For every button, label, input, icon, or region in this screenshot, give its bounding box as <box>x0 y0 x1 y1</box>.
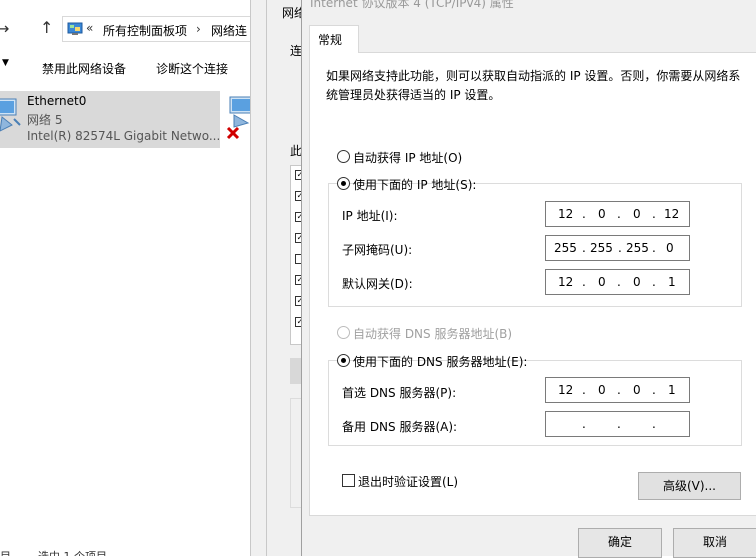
diagnose-connection-button[interactable]: 诊断这个连接 <box>156 60 228 77</box>
breadcrumb-network-connections[interactable]: 网络连 <box>211 22 247 39</box>
breadcrumb-control-panel[interactable]: 所有控制面板项 <box>103 22 187 39</box>
manual-ip-label: 使用下面的 IP 地址(S): <box>353 178 477 192</box>
up-arrow-icon[interactable]: ↑ <box>40 18 53 37</box>
validate-on-exit-checkbox[interactable] <box>342 474 355 487</box>
dialog-title: Internet 协议版本 4 (TCP/IPv4) 属性 <box>310 0 514 10</box>
network-connections-window: → ↑ « 所有控制面板项 › 网络连 ▼ 禁用此网络设备 诊断这个连接 Eth… <box>0 0 262 556</box>
control-panel-icon <box>67 22 83 35</box>
mask-octet-2: 255 <box>590 241 613 255</box>
ip-address-label: IP 地址(I): <box>342 209 398 223</box>
status-bar: 目 选中 1 个项目 <box>0 546 260 556</box>
ip-octet-2: 0 <box>598 207 606 221</box>
mask-octet-4: 0 <box>666 241 674 255</box>
breadcrumb-separator[interactable]: › <box>196 22 201 36</box>
adapter-network: 网络 5 <box>27 113 63 127</box>
gateway-octet-2: 0 <box>598 275 606 289</box>
gateway-octet-1: 12 <box>558 275 574 289</box>
disable-device-button[interactable]: 禁用此网络设备 <box>42 60 126 77</box>
forward-arrow-icon[interactable]: → <box>0 19 9 38</box>
tab-general-label: 常规 <box>318 33 343 47</box>
status-selected-count: 选中 1 个项目 <box>38 548 107 556</box>
general-tab-panel: 如果网络支持此功能，则可以获取自动指派的 IP 设置。否则，你需要从网络系统管理… <box>309 52 756 516</box>
dns1-octet-4: 1 <box>668 383 676 397</box>
gateway-octet-3: 0 <box>633 275 641 289</box>
manual-dns-radio[interactable] <box>337 354 350 367</box>
cancel-button[interactable]: 取消 <box>673 528 756 558</box>
description-text: 如果网络支持此功能，则可以获取自动指派的 IP 设置。否则，你需要从网络系统管理… <box>326 69 741 102</box>
adapter-name: Ethernet0 <box>27 94 87 108</box>
alternate-dns-label: 备用 DNS 服务器(A): <box>342 420 458 434</box>
organize-dropdown-icon[interactable]: ▼ <box>2 58 9 68</box>
manual-ip-radio[interactable] <box>337 177 350 190</box>
ok-button[interactable]: 确定 <box>578 528 662 558</box>
command-bar: ▼ 禁用此网络设备 诊断这个连接 <box>0 56 260 80</box>
adapter-device: Intel(R) 82574L Gigabit Netwo... <box>27 129 221 143</box>
gateway-octet-4: 1 <box>668 275 676 289</box>
default-gateway-input[interactable]: 12 . 0 . 0 . 1 <box>545 269 690 295</box>
dns1-octet-3: 0 <box>633 383 641 397</box>
auto-ip-radio[interactable] <box>337 150 350 163</box>
mask-octet-3: 255 <box>626 241 649 255</box>
dns1-octet-2: 0 <box>598 383 606 397</box>
tab-general[interactable]: 常规 <box>309 25 359 53</box>
manual-dns-label: 使用下面的 DNS 服务器地址(E): <box>353 355 528 369</box>
ip-octet-4: 12 <box>664 207 680 221</box>
status-item-count: 目 <box>0 548 11 556</box>
subnet-mask-input[interactable]: 255 . 255 . 255 . 0 <box>545 235 690 261</box>
address-bar[interactable]: « 所有控制面板项 › 网络连 <box>62 16 262 42</box>
preferred-dns-label: 首选 DNS 服务器(P): <box>342 386 457 400</box>
ip-octet-1: 12 <box>558 207 574 221</box>
auto-dns-label: 自动获得 DNS 服务器地址(B) <box>353 327 513 341</box>
ip-address-input[interactable]: 12 . 0 . 0 . 12 <box>545 201 690 227</box>
ip-octet-3: 0 <box>633 207 641 221</box>
default-gateway-label: 默认网关(D): <box>342 277 413 291</box>
preferred-dns-input[interactable]: 12 . 0 . 0 . 1 <box>545 377 690 403</box>
adapter-item-ethernet0[interactable]: Ethernet0 网络 5 Intel(R) 82574L Gigabit N… <box>0 91 220 148</box>
breadcrumb-overflow[interactable]: « <box>86 21 93 35</box>
auto-ip-label: 自动获得 IP 地址(O) <box>353 151 463 165</box>
validate-on-exit-label[interactable]: 退出时验证设置(L) <box>358 473 458 490</box>
ipv4-properties-dialog: Internet 协议版本 4 (TCP/IPv4) 属性 常规 如果网络支持此… <box>301 0 756 558</box>
advanced-button[interactable]: 高级(V)... <box>638 472 741 500</box>
network-adapter-icon <box>0 98 21 132</box>
dns1-octet-1: 12 <box>558 383 574 397</box>
mask-octet-1: 255 <box>554 241 577 255</box>
auto-dns-radio[interactable] <box>337 326 350 339</box>
alternate-dns-input[interactable]: . . . <box>545 411 690 437</box>
address-bar-row: → ↑ « 所有控制面板项 › 网络连 <box>0 14 262 44</box>
subnet-mask-label: 子网掩码(U): <box>342 243 413 257</box>
